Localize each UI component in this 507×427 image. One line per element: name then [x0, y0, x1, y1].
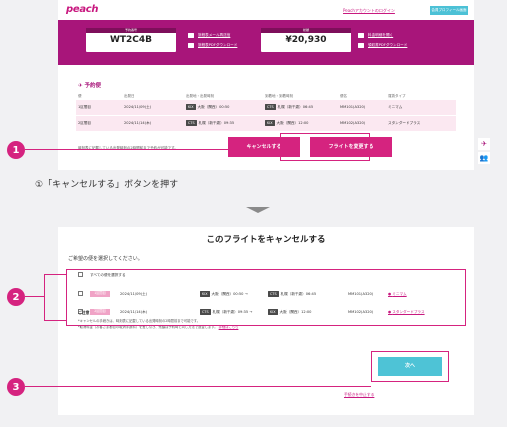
- step-3-badge: 3: [7, 378, 25, 396]
- step-3-connector: [25, 386, 371, 388]
- page-title: このフライトをキャンセルする: [206, 235, 326, 245]
- peach-logo[interactable]: peach: [66, 5, 99, 15]
- step-1-badge: 1: [7, 141, 25, 159]
- document-icon: [358, 33, 364, 38]
- reservation-title: ✈ 予約便: [78, 83, 102, 89]
- booking-code: WT2C4B: [109, 35, 153, 45]
- pdf-icon: [358, 43, 364, 48]
- account-login-link[interactable]: Peachアカウントのログイン: [343, 9, 395, 13]
- booking-code-label: 予約番号: [86, 28, 176, 33]
- flight-select-highlight: [66, 269, 466, 326]
- total-amount-label: 総額: [261, 28, 351, 33]
- cancel-button-highlight: [280, 133, 370, 161]
- step-2-bracket: [44, 274, 46, 321]
- step-2-bracket-top: [44, 274, 66, 276]
- step-2-bracket-bottom: [44, 320, 66, 322]
- booking-summary-band: 予約番号 WT2C4B 旅程表メール再送信 旅程表PDFダウンロード 総額 ¥2…: [58, 20, 474, 65]
- profile-button[interactable]: 会員プロフィール画面: [430, 6, 468, 15]
- mail-icon: [188, 33, 194, 38]
- next-button-highlight: [371, 351, 449, 382]
- fare-details-link[interactable]: 料金明細を開く: [358, 33, 393, 38]
- step-2-badge: 2: [7, 288, 25, 306]
- total-amount: ¥20,930: [285, 35, 327, 45]
- people-icon[interactable]: 👥: [478, 152, 490, 164]
- airplane-icon[interactable]: ✈: [478, 138, 490, 150]
- receipt-pdf-link[interactable]: 領収書PDFダウンロード: [358, 43, 407, 48]
- step-2-connector: [25, 296, 44, 298]
- col-date: 出発日: [124, 94, 135, 98]
- select-instruction: ご希望の便を選択してください。: [68, 256, 143, 262]
- col-fare: 運賃タイプ: [388, 94, 406, 98]
- itinerary-pdf-link[interactable]: 旅程表PDFダウンロード: [188, 43, 237, 48]
- col-leg: 便: [78, 94, 82, 98]
- total-amount-box: 総額 ¥20,930: [261, 28, 351, 52]
- resend-itinerary-link[interactable]: 旅程表メール再送信: [188, 33, 230, 38]
- pdf-icon: [188, 43, 194, 48]
- table-row: 1区間目 2024/11/09(土) KIX 大阪（関西）00:50 CTS 札幌（…: [76, 100, 456, 115]
- step-1-connector: [25, 149, 280, 151]
- col-departure: 出発地・出発時刻: [186, 94, 214, 98]
- col-flight: 便名: [340, 94, 347, 98]
- table-row: 2区間目 2024/11/14(木) CTS 札幌（新千歳）09:35 KIX 大阪…: [76, 116, 456, 131]
- booking-code-box: 予約番号 WT2C4B: [86, 28, 176, 52]
- abort-procedure-link[interactable]: 手続きを中止する: [344, 393, 374, 397]
- col-arrival: 到着地・到着時刻: [265, 94, 293, 98]
- chevron-down-icon: [246, 207, 270, 213]
- step-1-caption: ①「キャンセルする」ボタンを押す: [35, 180, 179, 190]
